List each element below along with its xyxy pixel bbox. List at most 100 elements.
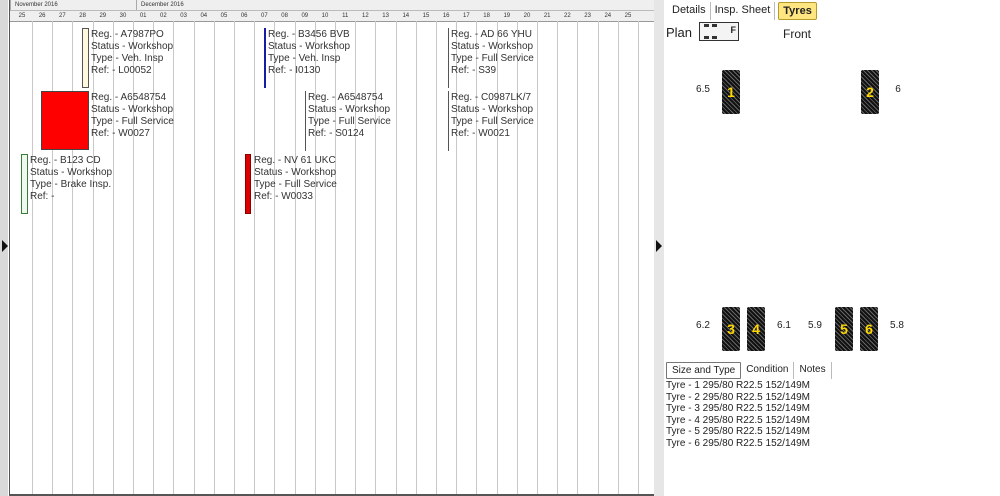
tyre-icon[interactable]: 5 <box>835 307 853 351</box>
day-label: 28 <box>79 13 86 19</box>
event-bar[interactable] <box>41 91 89 150</box>
day-label: 04 <box>200 13 208 19</box>
tyre-icon[interactable]: 6 <box>860 307 878 351</box>
day-label: 01 <box>139 13 147 19</box>
day-label: 13 <box>382 13 389 19</box>
event-label[interactable]: Reg. - A6548754 Status - Workshop Type -… <box>91 92 174 140</box>
tab-notes[interactable]: Notes <box>794 362 832 379</box>
tyre-info-tabs: Size and Type Condition Notes <box>666 362 832 379</box>
detail-tabs: Details Insp. Sheet Tyres <box>668 2 817 20</box>
right-collapse-strip[interactable] <box>654 0 664 496</box>
day-label: 29 <box>99 13 107 19</box>
event-status: Status - Workshop <box>254 167 337 178</box>
tyre-number: 6 <box>865 321 873 337</box>
day-gridline <box>577 21 579 494</box>
day-label: 22 <box>564 13 571 19</box>
month-label-december: December 2016 <box>136 0 184 10</box>
day-gridline <box>638 21 639 494</box>
tyre-depth: 5.9 <box>802 315 828 337</box>
vehicle-plan-icon[interactable]: F <box>699 22 739 41</box>
day-gridline <box>32 21 33 494</box>
tyre-icon[interactable]: 4 <box>747 307 765 351</box>
tyre-icon[interactable]: 1 <box>722 70 740 114</box>
event-status: Status - Workshop <box>451 41 534 52</box>
event-ref: Ref: - L00052 <box>91 65 152 76</box>
day-gridline <box>213 21 215 494</box>
event-type: Type - Veh. Insp <box>268 53 341 64</box>
event-bar[interactable] <box>305 91 306 151</box>
tyre-icon[interactable]: 2 <box>861 70 879 114</box>
day-label: 30 <box>119 13 127 19</box>
day-label: 20 <box>523 13 531 19</box>
day-label: 18 <box>483 13 490 19</box>
event-label[interactable]: Reg. - A7987PO Status - Workshop Type - … <box>91 29 173 77</box>
day-label: 07 <box>261 13 268 19</box>
tab-tyres[interactable]: Tyres <box>778 2 817 20</box>
plan-wheel-icon <box>704 24 709 27</box>
tyre-depth: 6.1 <box>771 315 797 337</box>
day-label: 14 <box>402 13 410 19</box>
event-label[interactable]: Reg. - C0987LK/7 Status - Workshop Type … <box>451 92 534 140</box>
event-reg: Reg. - A7987PO <box>91 29 164 40</box>
plan-wheel-icon <box>704 36 709 39</box>
expand-left-arrow-icon[interactable] <box>2 240 8 252</box>
tyre-number: 4 <box>752 321 760 337</box>
day-gridline <box>537 21 538 494</box>
event-type: Type - Full Service <box>308 116 391 127</box>
event-bar[interactable] <box>245 154 251 214</box>
tyre-depth: 6.5 <box>690 79 716 101</box>
event-ref: Ref: - S0124 <box>308 128 365 139</box>
event-reg: Reg. - B123 CD <box>30 155 101 166</box>
event-bar[interactable] <box>264 28 266 88</box>
list-item: Tyre - 3 295/80 R22.5 152/149M <box>666 403 810 414</box>
tab-size-and-type[interactable]: Size and Type <box>666 362 742 379</box>
day-label: 16 <box>442 13 450 19</box>
day-label: 27 <box>59 13 66 19</box>
tab-condition[interactable]: Condition <box>741 362 795 379</box>
day-label: 25 <box>624 13 632 19</box>
plan-wheel-icon <box>712 36 717 39</box>
event-bar[interactable] <box>448 91 449 151</box>
left-collapse-strip[interactable] <box>0 0 8 496</box>
event-status: Status - Workshop <box>308 104 391 115</box>
list-item: Tyre - 4 295/80 R22.5 152/149M <box>666 414 810 426</box>
event-label[interactable]: Reg. - NV 61 UKC Status - Workshop Type … <box>254 155 337 203</box>
event-bar[interactable] <box>448 28 449 88</box>
event-label[interactable]: Reg. - A6548754 Status - Workshop Type -… <box>308 92 391 140</box>
event-label[interactable]: Reg. - B3456 BVB Status - Workshop Type … <box>268 29 350 77</box>
day-label: 10 <box>321 13 329 19</box>
tab-insp-sheet[interactable]: Insp. Sheet <box>711 2 776 20</box>
day-gridline <box>274 21 276 494</box>
event-reg: Reg. - A6548754 <box>308 92 384 103</box>
event-label[interactable]: Reg. - B123 CD Status - Workshop Type - … <box>30 155 112 203</box>
tyre-number: 1 <box>727 84 735 100</box>
event-ref: Ref: - W0021 <box>451 128 510 139</box>
day-label: 05 <box>220 13 228 19</box>
tyre-icon[interactable]: 3 <box>722 307 740 351</box>
day-gridline <box>557 21 559 494</box>
tyre-depth: 6.2 <box>690 315 716 337</box>
event-reg: Reg. - A6548754 <box>91 92 167 103</box>
event-reg: Reg. - C0987LK/7 <box>451 92 532 103</box>
event-type: Type - Full Service <box>451 53 534 64</box>
event-status: Status - Workshop <box>451 104 534 115</box>
front-marker: F <box>730 25 737 35</box>
list-item: Tyre - 1 295/80 R22.5 152/149M <box>666 380 810 391</box>
day-label: 19 <box>503 13 511 19</box>
event-status: Status - Workshop <box>91 104 174 115</box>
plan-wheel-icon <box>712 24 717 27</box>
day-label: 08 <box>281 13 288 19</box>
day-gridline <box>193 21 195 494</box>
event-bar[interactable] <box>82 28 89 88</box>
schedule-timeline[interactable]: November 2016 December 2016 25 26 27 28 29 30… <box>9 0 656 496</box>
event-ref: Ref: - <box>30 191 55 202</box>
event-ref: Ref: - S39 <box>451 65 497 76</box>
event-bar[interactable] <box>21 154 28 214</box>
expand-right-arrow-icon[interactable] <box>656 240 662 252</box>
event-label[interactable]: Reg. - AD 66 YHU Status - Workshop Type … <box>451 29 534 77</box>
event-type: Type - Full Service <box>254 179 337 190</box>
list-item: Tyre - 2 295/80 R22.5 152/149M <box>666 391 810 403</box>
tab-details[interactable]: Details <box>668 2 711 20</box>
event-type: Type - Full Service <box>91 116 174 127</box>
day-label: 23 <box>584 13 591 19</box>
